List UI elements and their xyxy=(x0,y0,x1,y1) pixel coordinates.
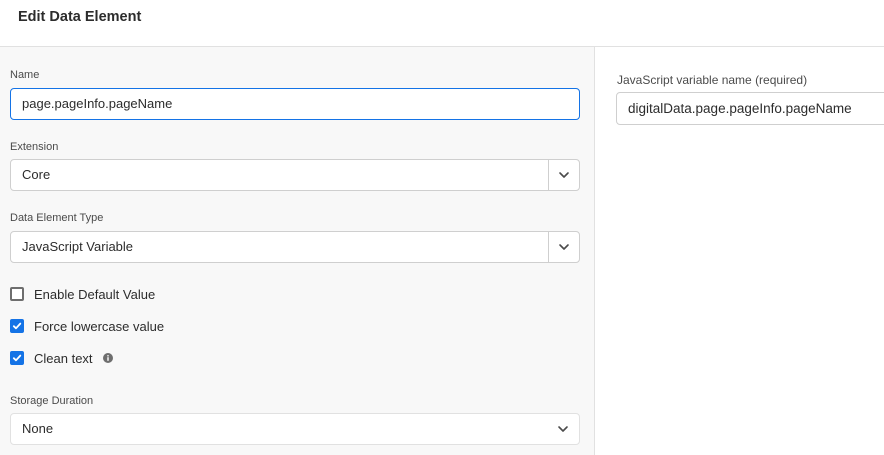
force-lowercase-checkbox[interactable]: Force lowercase value xyxy=(10,317,164,335)
storage-duration-select[interactable]: None xyxy=(10,413,580,445)
data-element-type-value[interactable]: JavaScript Variable xyxy=(10,231,549,263)
js-variable-name-input[interactable]: digitalData.page.pageInfo.pageName xyxy=(616,92,884,125)
extension-value[interactable]: Core xyxy=(10,159,549,191)
clean-text-checkbox[interactable]: Clean text xyxy=(10,349,113,367)
name-label: Name xyxy=(10,69,40,81)
enable-default-value-checkbox[interactable]: Enable Default Value xyxy=(10,285,155,303)
chevron-down-icon xyxy=(559,172,569,178)
data-element-type-label: Data Element Type xyxy=(10,212,104,224)
checkmark-icon xyxy=(12,354,22,362)
checkbox-label: Enable Default Value xyxy=(34,286,156,302)
extension-dropdown-button[interactable] xyxy=(548,159,580,191)
dialog-header: Edit Data Element xyxy=(0,0,884,47)
storage-duration-value: None xyxy=(22,421,54,436)
data-element-type-picker[interactable]: JavaScript Variable xyxy=(10,231,580,263)
checkbox-box[interactable] xyxy=(10,351,24,365)
checkbox-box[interactable] xyxy=(10,319,24,333)
checkbox-label: Clean text xyxy=(34,350,93,366)
storage-duration-label: Storage Duration xyxy=(10,395,94,407)
extension-picker[interactable]: Core xyxy=(10,159,580,191)
info-icon[interactable] xyxy=(102,353,113,363)
data-element-type-dropdown-button[interactable] xyxy=(548,231,580,263)
js-variable-panel: JavaScript variable name (required) digi… xyxy=(595,47,884,455)
checkbox-label: Force lowercase value xyxy=(34,318,165,334)
chevron-down-icon xyxy=(559,244,569,250)
chevron-down-icon xyxy=(558,426,568,432)
settings-panel: Name page.pageInfo.pageName Extension Co… xyxy=(0,47,595,455)
page-title: Edit Data Element xyxy=(18,9,142,25)
js-variable-name-label: JavaScript variable name (required) xyxy=(617,73,808,87)
checkbox-box[interactable] xyxy=(10,287,24,301)
checkmark-icon xyxy=(12,322,22,330)
name-input[interactable]: page.pageInfo.pageName xyxy=(10,88,580,120)
extension-label: Extension xyxy=(10,141,59,153)
